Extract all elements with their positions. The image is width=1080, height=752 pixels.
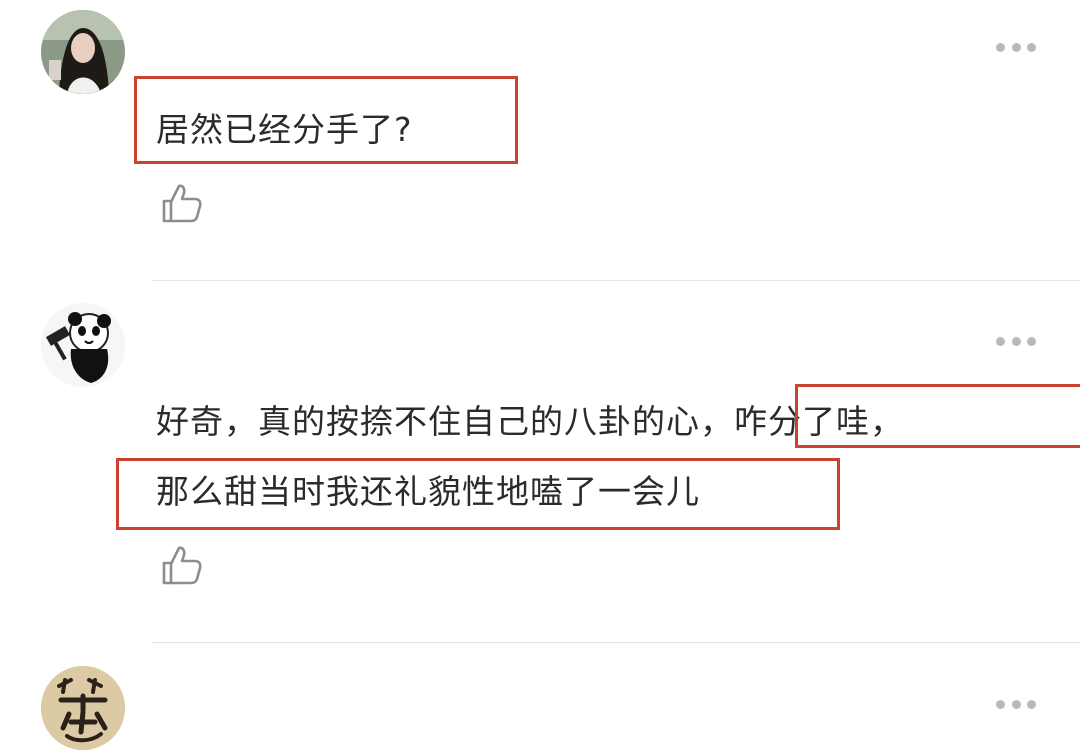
highlight-box <box>116 458 840 530</box>
avatar[interactable] <box>41 666 125 750</box>
thumbs-up-icon <box>162 184 202 223</box>
calligraphy-avatar-icon <box>41 666 125 750</box>
highlight-box <box>795 384 1080 448</box>
more-dots-icon <box>996 699 1005 709</box>
avatar[interactable] <box>41 10 125 94</box>
like-button[interactable] <box>160 543 202 587</box>
more-dots-icon <box>996 336 1005 346</box>
avatar[interactable] <box>41 303 125 387</box>
more-options-button[interactable] <box>996 41 1036 53</box>
like-button[interactable] <box>160 181 202 225</box>
more-options-button[interactable] <box>996 698 1036 710</box>
highlight-box <box>134 76 518 164</box>
more-options-button[interactable] <box>996 335 1036 347</box>
divider <box>152 642 1080 643</box>
divider <box>152 280 1080 281</box>
photo-avatar-woman-icon <box>41 10 125 94</box>
more-dots-icon <box>996 42 1005 52</box>
panda-meme-avatar-icon <box>41 303 125 387</box>
thumbs-up-icon <box>162 546 202 585</box>
